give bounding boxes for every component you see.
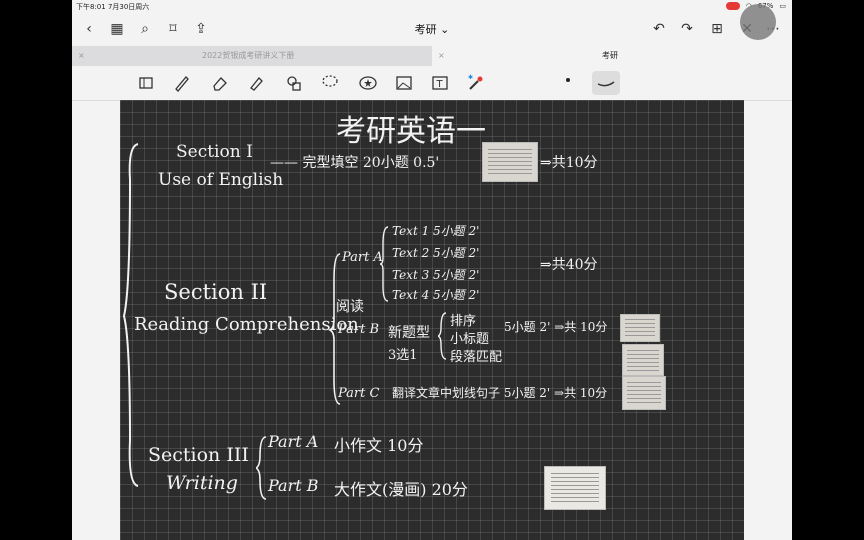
pen-icon[interactable] — [172, 73, 192, 93]
redo-icon[interactable]: ↷ — [678, 20, 696, 38]
section2-heading: Section II — [164, 280, 268, 304]
section3-part-a-detail: 小作文 10分 — [334, 436, 424, 455]
tab-label: 2022贺银成考研讲义下册 — [202, 51, 295, 60]
part-a-text-4: Text 4 5小题 2' — [392, 288, 480, 302]
section3-heading: Section III — [148, 444, 249, 466]
part-b-bracket — [438, 312, 447, 360]
svg-text:T: T — [436, 79, 444, 90]
section1-subheading: Use of English — [158, 170, 284, 190]
back-icon[interactable]: ‹ — [80, 20, 98, 38]
lasso-icon[interactable] — [320, 73, 340, 93]
stroke-style-button[interactable] — [592, 71, 620, 95]
tab-kaoyan[interactable]: × 考研 — [432, 46, 792, 66]
add-page-icon[interactable]: ⊞ — [708, 20, 726, 38]
section3-part-a-label: Part A — [268, 432, 319, 451]
section1-heading: Section I — [176, 142, 253, 162]
reading-label: 阅读 — [336, 299, 364, 315]
app-window: 下午8:01 7月30日周六 ◠ 67% ▭ ‹ ▦ ⌕ ⌑ ⇪ 考研 ⌄ ↶ … — [72, 0, 792, 540]
cloze-photo[interactable] — [482, 142, 538, 182]
shapes-icon[interactable] — [284, 73, 304, 93]
laser-pointer-icon[interactable]: ✱ — [466, 73, 486, 93]
part-a-total: ⇒共40分 — [540, 257, 598, 273]
part-b-type: 新题型 — [388, 325, 430, 341]
sticker-icon[interactable] — [358, 73, 378, 93]
part-c-photo[interactable] — [622, 376, 666, 410]
part-c-detail: 翻译文章中划线句子 5小题 2' ⇒共 10分 — [392, 386, 608, 400]
highlighter-icon[interactable] — [246, 73, 266, 93]
part-a-text-2: Text 2 5小题 2' — [392, 246, 480, 260]
part-a-bracket — [380, 226, 389, 302]
close-tab-icon[interactable]: × — [438, 46, 445, 66]
tab-bar: × 2022贺银成考研讲义下册 × 考研 — [72, 46, 792, 66]
close-tab-icon[interactable]: × — [78, 46, 85, 66]
part-a-text-3: Text 3 5小题 2' — [392, 268, 480, 282]
note-title: 考研英语一 — [336, 114, 486, 149]
grid-icon[interactable]: ▦ — [108, 20, 126, 38]
text-tool-icon[interactable]: T — [430, 73, 450, 93]
bookmark-icon[interactable]: ⌑ — [164, 20, 182, 38]
part-b-photo-1[interactable] — [620, 314, 660, 342]
part-b-detail: 5小题 2' ⇒共 10分 — [504, 320, 608, 334]
part-c-label: Part C — [338, 386, 380, 401]
document-title[interactable]: 考研 ⌄ — [392, 21, 472, 37]
eraser-icon[interactable] — [210, 73, 230, 93]
status-time: 下午8:01 7月30日周六 — [76, 3, 150, 11]
battery-icon: ▭ — [779, 2, 786, 10]
svg-text:✱: ✱ — [468, 74, 473, 81]
share-icon[interactable]: ⇪ — [192, 20, 210, 38]
recording-icon — [725, 2, 740, 10]
section3-part-b-detail: 大作文(漫画) 20分 — [334, 480, 468, 499]
note-canvas[interactable]: 考研英语一 Section I Use of English —— 完型填空 2… — [120, 100, 744, 540]
pen-size-dot[interactable] — [566, 78, 570, 82]
read-mode-icon[interactable] — [136, 73, 156, 93]
part-b-option-2: 小标题 — [450, 332, 490, 347]
section3-bracket — [256, 436, 267, 500]
section3-part-b-label: Part B — [268, 476, 319, 495]
section2-subheading: Reading Comprehension — [134, 314, 359, 335]
nav-bar: ‹ ▦ ⌕ ⌑ ⇪ 考研 ⌄ ↶ ↷ ⊞ ✕ ⋯ — [72, 12, 792, 46]
section1-detail: —— 完型填空 20小题 0.5' — [270, 155, 440, 171]
search-icon[interactable]: ⌕ — [136, 20, 154, 38]
drawing-toolbar: T ✱ — [72, 66, 792, 101]
stroke-curve-icon — [597, 81, 615, 87]
part-b-choose: 3选1 — [388, 348, 418, 363]
part-b-label: Part B — [338, 322, 380, 337]
image-icon[interactable] — [394, 73, 414, 93]
part-b-option-3: 段落匹配 — [450, 350, 503, 365]
assistive-touch-icon[interactable] — [740, 4, 776, 40]
tab-handout[interactable]: × 2022贺银成考研讲义下册 — [72, 46, 432, 66]
cartoon-photo[interactable] — [544, 466, 606, 510]
section1-total: ⇒共10分 — [540, 155, 598, 171]
part-a-label: Part A — [342, 250, 383, 265]
tab-label: 考研 — [602, 51, 618, 60]
part-b-photo-2[interactable] — [622, 344, 664, 376]
status-bar: 下午8:01 7月30日周六 ◠ 67% ▭ — [72, 0, 792, 12]
section3-subheading: Writing — [166, 472, 238, 494]
undo-icon[interactable]: ↶ — [650, 20, 668, 38]
part-b-option-1: 排序 — [450, 314, 477, 329]
part-a-text-1: Text 1 5小题 2' — [392, 224, 480, 238]
